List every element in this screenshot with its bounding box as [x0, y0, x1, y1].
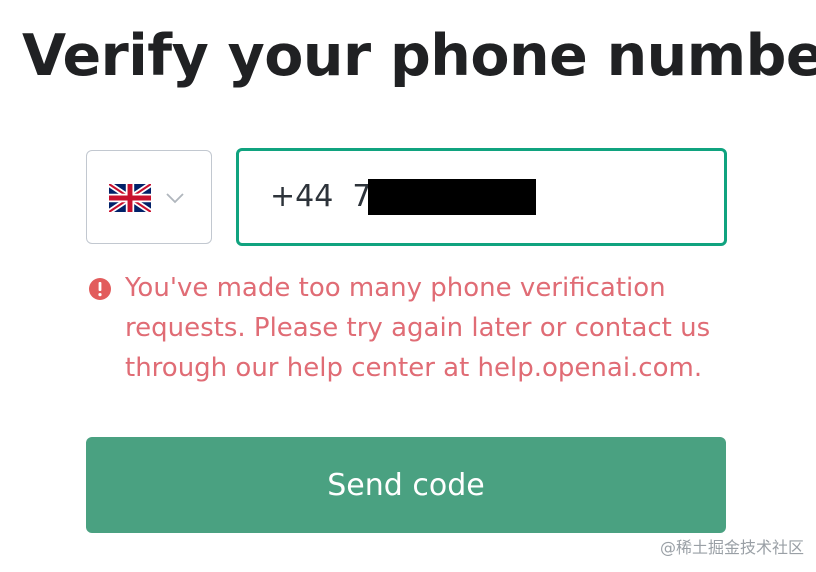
error-line: through our help center at help.openai.c… — [125, 353, 703, 383]
chevron-down-icon — [166, 193, 184, 204]
error-text: You've made too many phone verification … — [125, 268, 725, 388]
country-select[interactable] — [86, 150, 212, 244]
phone-number-value: +44 7 — [270, 179, 372, 214]
error-line: You've made too many phone verification — [125, 273, 666, 303]
redaction-bar — [368, 179, 536, 215]
page-title: Verify your phone number — [22, 23, 816, 89]
watermark: @稀土掘金技术社区 — [659, 538, 804, 557]
phone-number-input[interactable]: +44 7 — [236, 148, 727, 246]
alert-circle-icon — [89, 278, 111, 300]
error-line: requests. Please try again later or cont… — [125, 313, 711, 343]
uk-flag-icon — [109, 184, 151, 212]
verify-phone-page: Verify your phone number +44 7 You've ma… — [0, 0, 816, 572]
send-code-button[interactable]: Send code — [86, 437, 726, 533]
